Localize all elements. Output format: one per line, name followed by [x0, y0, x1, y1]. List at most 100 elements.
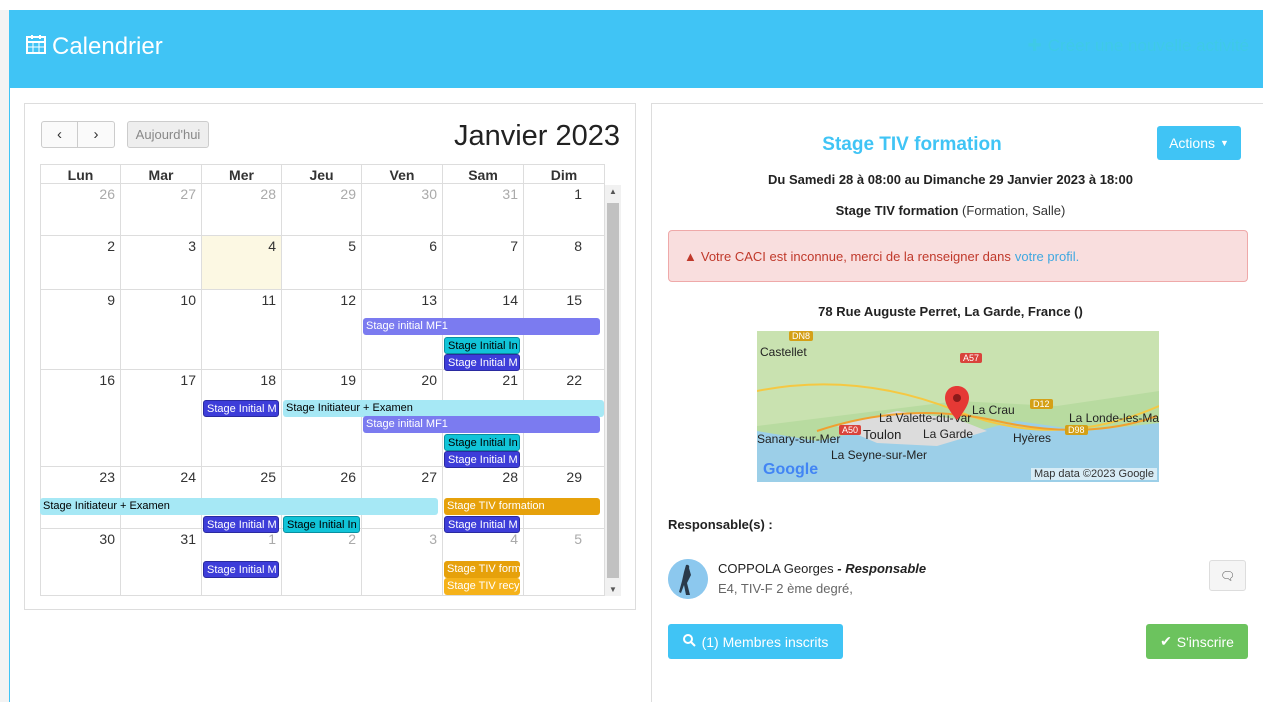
day-number: 20	[421, 372, 437, 388]
day-cell[interactable]: 3	[362, 529, 443, 596]
next-month-button[interactable]: ›	[78, 121, 115, 148]
day-number: 5	[348, 238, 356, 254]
calendar-icon	[26, 33, 46, 61]
day-cell[interactable]: 3	[121, 236, 202, 290]
weekday-header: Dim	[524, 164, 605, 184]
message-button[interactable]: 🗨	[1209, 560, 1246, 591]
day-number: 24	[180, 469, 196, 485]
day-number: 7	[510, 238, 518, 254]
calendar-event[interactable]: Stage TIV formation	[444, 498, 600, 515]
day-cell[interactable]: 27	[121, 184, 202, 236]
day-number: 10	[180, 292, 196, 308]
map-credit: Map data ©2023 Google	[1030, 468, 1157, 480]
day-number: 1	[574, 186, 582, 202]
day-number: 29	[566, 469, 582, 485]
day-cell[interactable]: 2	[40, 236, 121, 290]
day-number: 12	[340, 292, 356, 308]
day-cell[interactable]: 10	[121, 290, 202, 370]
calendar-event[interactable]: Stage Initial M	[203, 400, 279, 417]
calendar-event[interactable]: Stage Initiateur + Examen	[283, 400, 604, 417]
day-cell[interactable]: 2	[282, 529, 362, 596]
calendar-event[interactable]: Stage Initial M	[444, 451, 520, 468]
day-cell[interactable]: 5	[524, 529, 605, 596]
day-cell[interactable]: 5	[282, 236, 362, 290]
weekday-header: Ven	[362, 164, 443, 184]
map-pin-icon[interactable]	[945, 386, 969, 425]
day-cell[interactable]: 16	[40, 370, 121, 467]
prev-month-button[interactable]: ‹	[41, 121, 78, 148]
warning-icon: ▲	[684, 248, 697, 264]
day-number: 17	[180, 372, 196, 388]
day-number: 1	[268, 531, 276, 547]
calendar-scrollbar[interactable]: ▲ ▼	[604, 185, 621, 596]
calendar-event[interactable]: Stage TIV recy	[444, 578, 520, 595]
caret-down-icon: ▼	[1220, 138, 1229, 148]
day-cell[interactable]: 26	[40, 184, 121, 236]
calendar-event[interactable]: Stage Initial In	[444, 337, 520, 354]
calendar-event[interactable]: Stage Initial M	[444, 354, 520, 371]
day-cell[interactable]: 9	[40, 290, 121, 370]
day-number: 2	[348, 531, 356, 547]
location-map[interactable]: DN8 A57 D12 A50 D98 Castellet La Valette…	[757, 331, 1159, 482]
event-address: 78 Rue Auguste Perret, La Garde, France …	[818, 304, 1083, 319]
day-cell[interactable]: 1	[524, 184, 605, 236]
profile-link[interactable]: votre profil.	[1015, 249, 1079, 264]
day-cell[interactable]: 4	[202, 236, 282, 290]
calendar-event[interactable]: Stage initial MF1	[363, 318, 600, 335]
day-cell[interactable]: 31	[443, 184, 524, 236]
day-number: 25	[260, 469, 276, 485]
calendar-event[interactable]: Stage initial MF1	[363, 416, 600, 433]
members-button[interactable]: (1) Membres inscrits	[668, 624, 843, 659]
calendar-event[interactable]: Stage Initiateur + Examen	[40, 498, 438, 515]
caci-alert: ▲ Votre CACI est inconnue, merci de la r…	[668, 230, 1248, 282]
day-cell[interactable]: 29	[282, 184, 362, 236]
create-activity-button[interactable]: ✚ Créer une nouvelle activité	[1027, 36, 1249, 56]
calendar-event[interactable]: Stage TIV form	[444, 561, 520, 578]
day-number: 13	[421, 292, 437, 308]
event-date: Du Samedi 28 à 08:00 au Dimanche 29 Janv…	[768, 172, 1133, 187]
day-cell[interactable]: 19	[282, 370, 362, 467]
day-cell[interactable]: 6	[362, 236, 443, 290]
today-button[interactable]: Aujourd'hui	[127, 121, 209, 148]
day-number: 2	[107, 238, 115, 254]
day-cell[interactable]: 12	[282, 290, 362, 370]
event-type: Stage TIV formation (Formation, Salle)	[835, 203, 1066, 218]
day-cell[interactable]: 7	[443, 236, 524, 290]
day-cell[interactable]: 30	[362, 184, 443, 236]
weekday-header: Lun	[40, 164, 121, 184]
day-number: 6	[429, 238, 437, 254]
day-number: 27	[421, 469, 437, 485]
day-number: 8	[574, 238, 582, 254]
google-logo: Google	[763, 461, 819, 478]
day-number: 18	[260, 372, 276, 388]
comment-icon: 🗨	[1219, 568, 1236, 583]
calendar-event[interactable]: Stage Initial M	[444, 516, 520, 533]
day-number: 15	[566, 292, 582, 308]
calendar-event[interactable]: Stage Initial M	[203, 516, 279, 533]
avatar	[668, 559, 708, 599]
signup-button[interactable]: ✔ S'inscrire	[1146, 624, 1248, 659]
day-cell[interactable]: 11	[202, 290, 282, 370]
scroll-down-icon[interactable]: ▼	[609, 585, 617, 594]
day-cell[interactable]: 28	[202, 184, 282, 236]
day-number: 26	[99, 186, 115, 202]
day-number: 30	[421, 186, 437, 202]
calendar-grid: Lun Mar Mer Jeu Ven Sam Dim 26 27 28 29 30 31 1 2 3 4 5 6 7…	[40, 164, 621, 596]
scroll-thumb[interactable]	[607, 203, 619, 578]
responsables-label: Responsable(s) :	[668, 517, 773, 532]
actions-button[interactable]: Actions ▼	[1157, 126, 1241, 160]
day-number: 16	[99, 372, 115, 388]
calendar-event[interactable]: Stage Initial In	[444, 434, 520, 451]
day-number: 11	[261, 292, 276, 308]
weekday-header: Sam	[443, 164, 524, 184]
scroll-up-icon[interactable]: ▲	[609, 187, 617, 196]
day-cell[interactable]: 17	[121, 370, 202, 467]
day-cell[interactable]: 8	[524, 236, 605, 290]
day-number: 26	[340, 469, 356, 485]
page-title: Calendrier	[26, 33, 163, 61]
day-cell[interactable]: 18	[202, 370, 282, 467]
calendar-event[interactable]: Stage Initial In	[283, 516, 360, 533]
day-cell[interactable]: 31	[121, 529, 202, 596]
day-cell[interactable]: 30	[40, 529, 121, 596]
calendar-event[interactable]: Stage Initial M	[203, 561, 279, 578]
